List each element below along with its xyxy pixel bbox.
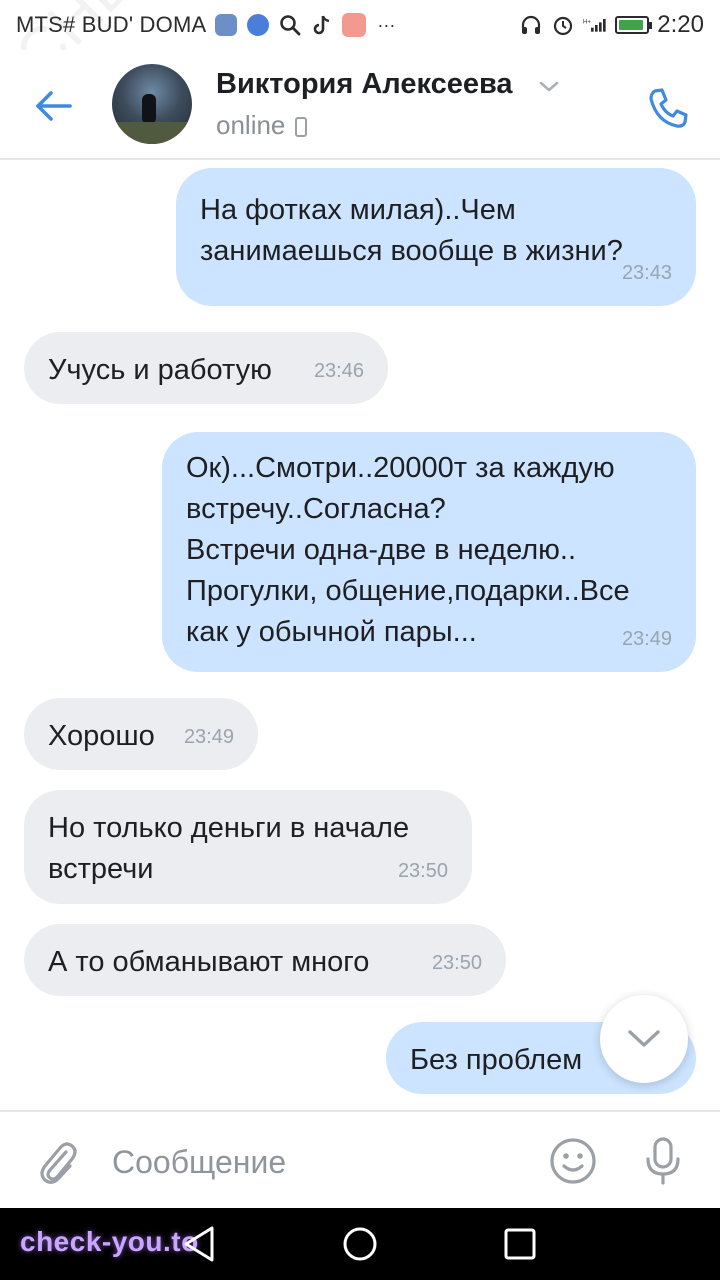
message-input[interactable] — [112, 1132, 522, 1192]
message-bubble-outgoing[interactable]: На фотках милая)..Чем занимаешься вообще… — [176, 168, 696, 306]
back-button[interactable] — [28, 80, 80, 132]
search-icon — [278, 13, 302, 37]
arrow-left-icon — [36, 91, 72, 121]
message-text: Ок)...Смотри..20000т за каждую встречу..… — [186, 452, 630, 648]
smiley-icon — [550, 1138, 596, 1184]
microphone-icon — [646, 1137, 680, 1185]
message-text: А то обманывают много — [48, 946, 370, 978]
clock: 2:20 — [657, 11, 704, 38]
voice-message-button[interactable] — [636, 1132, 690, 1190]
carrier-name: MTS# BUD' DOMA — [16, 12, 207, 37]
message-bubble-incoming[interactable]: Но только деньги в начале встречи 23:50 — [24, 790, 472, 904]
chevron-down-icon — [628, 1030, 660, 1047]
nav-recents-icon[interactable] — [500, 1224, 540, 1264]
avatar[interactable] — [112, 64, 192, 144]
svg-text:H+: H+ — [583, 20, 591, 26]
phone-icon — [649, 88, 688, 128]
chevron-down-icon[interactable] — [538, 80, 560, 94]
app-icon — [214, 13, 238, 37]
chat-header: Виктория Алексеева online — [0, 50, 720, 160]
app-icon — [342, 13, 367, 37]
status-bar: MTS# BUD' DOMA ··· H+ 2:20 — [0, 0, 720, 50]
messenger-icon — [246, 13, 270, 37]
message-time: 23:50 — [397, 860, 448, 882]
call-button[interactable] — [640, 80, 696, 136]
message-time: 23:49 — [621, 628, 672, 650]
message-text: Но только деньги в начале встречи — [48, 812, 410, 885]
paperclip-icon — [40, 1142, 77, 1184]
message-bubble-incoming[interactable]: Хорошо 23:49 — [24, 698, 258, 770]
attach-button[interactable] — [32, 1136, 84, 1188]
message-time: 23:49 — [183, 726, 234, 748]
online-status-label: online — [216, 110, 286, 140]
nav-back-icon[interactable] — [180, 1224, 220, 1264]
battery-icon — [615, 16, 653, 34]
mobile-icon — [295, 117, 308, 137]
system-nav-bar: check-you.to — [0, 1208, 720, 1280]
message-text: На фотках милая)..Чем занимаешься вообще… — [200, 194, 623, 267]
emoji-button[interactable] — [546, 1134, 600, 1188]
more-icon: ··· — [377, 14, 396, 35]
message-bubble-outgoing[interactable]: Ок)...Смотри..20000т за каждую встречу..… — [162, 432, 696, 672]
message-composer — [0, 1110, 720, 1208]
status-right: H+ 2:20 — [519, 11, 704, 39]
message-list[interactable]: На фотках милая)..Чем занимаешься вообще… — [0, 160, 720, 1110]
message-bubble-incoming[interactable]: Учусь и работую 23:46 — [24, 332, 388, 404]
message-time: 23:43 — [621, 262, 672, 284]
message-time: 23:46 — [313, 360, 364, 382]
battery-fill — [619, 20, 643, 30]
status-left: MTS# BUD' DOMA ··· — [16, 12, 398, 38]
alarm-icon — [551, 13, 575, 37]
watermark-text: check-you.to — [20, 1226, 199, 1257]
headphones-icon — [519, 13, 543, 37]
tiktok-icon — [310, 13, 334, 37]
signal-icon: H+ — [583, 13, 607, 37]
nav-home-icon[interactable] — [340, 1224, 380, 1264]
scroll-to-bottom-button[interactable] — [600, 995, 688, 1083]
screen: CHECK-YOU.ME MTS# BUD' DOMA ··· H+ — [0, 0, 720, 1280]
contact-name[interactable]: Виктория Алексеева — [216, 68, 513, 101]
contact-status: online — [216, 110, 308, 141]
message-time: 23:50 — [431, 952, 482, 974]
message-bubble-incoming[interactable]: А то обманывают много 23:50 — [24, 924, 506, 996]
